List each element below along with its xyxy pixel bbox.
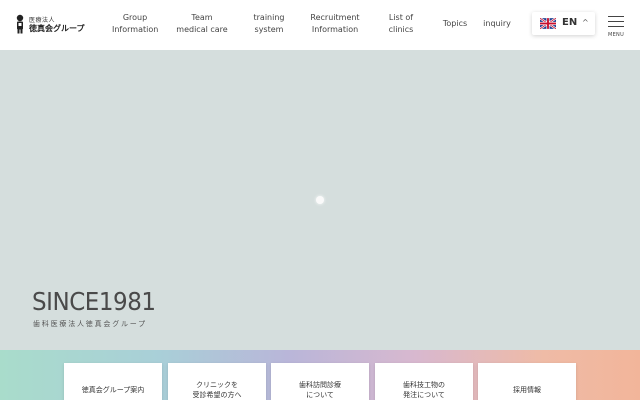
card-label: 徳真会グループ案内 [81, 386, 145, 394]
hero-subtitle: 歯科医療法人徳真会グループ [33, 320, 147, 328]
loading-dot [316, 196, 324, 204]
nav-label-line1: inquiry [483, 19, 511, 28]
logo-name: 徳真会グループ [29, 24, 85, 33]
nav-label-line1: List of [388, 13, 414, 22]
hero-section: SINCE1981 歯科医療法人徳真会グループ [0, 50, 640, 350]
logo-figure-icon [16, 14, 24, 34]
card-label-line2: 発注について [403, 391, 445, 399]
nav-recruitment-information[interactable]: Recruitment Information [306, 12, 364, 36]
quick-links-band: 徳真会グループ案内 クリニックを 受診希望の方へ 歯科訪問診療 について 歯科技… [0, 350, 640, 400]
language-code: EN [562, 17, 578, 28]
nav-label-line1: Recruitment [310, 13, 360, 22]
nav-label-line2: Information [311, 25, 359, 34]
nav-label-line1: Group [122, 13, 148, 22]
uk-flag-icon [540, 18, 556, 29]
card-label-line2: について [306, 391, 334, 399]
hamburger-menu-button[interactable]: MENU [605, 14, 627, 40]
nav-list-of-clinics[interactable]: List of clinics [382, 12, 420, 36]
hamburger-icon [608, 16, 624, 17]
language-selector[interactable]: EN ^ [532, 12, 595, 35]
chevron-up-icon: ^ [582, 18, 589, 27]
nav-label-line1: Topics [442, 19, 468, 28]
hamburger-icon-line [608, 21, 624, 22]
site-logo[interactable]: 医療法人 徳真会グループ [14, 14, 85, 36]
hamburger-icon-line [608, 26, 624, 27]
card-label-line1: クリニックを [196, 381, 238, 389]
card-group-guide[interactable]: 徳真会グループ案内 [64, 363, 162, 400]
nav-label-line2: medical care [176, 25, 228, 34]
card-label-line1: 歯科技工物の [403, 381, 445, 389]
nav-group-information[interactable]: Group Information [112, 12, 158, 36]
nav-label-line1: training [253, 13, 285, 22]
nav-label-line2: system [254, 25, 284, 34]
card-dental-lab-order[interactable]: 歯科技工物の 発注について [375, 363, 473, 400]
card-label-line1: 歯科訪問診療 [299, 381, 341, 389]
nav-training-system[interactable]: training system [248, 12, 290, 36]
nav-team-medical-care[interactable]: Team medical care [174, 12, 230, 36]
card-label-line2: 受診希望の方へ [192, 391, 242, 399]
nav-inquiry[interactable]: inquiry [480, 18, 514, 30]
menu-label: MENU [607, 32, 625, 38]
card-clinic-visit[interactable]: クリニックを 受診希望の方へ [168, 363, 266, 400]
nav-label-line1: Team [191, 13, 213, 22]
nav-label-line2: clinics [388, 25, 414, 34]
nav-label-line2: Information [112, 25, 159, 34]
nav-topics[interactable]: Topics [438, 18, 472, 30]
hero-title: SINCE1981 [32, 287, 156, 316]
card-home-visit-dental[interactable]: 歯科訪問診療 について [271, 363, 369, 400]
card-recruitment[interactable]: 採用情報 [478, 363, 576, 400]
site-header: 医療法人 徳真会グループ Group Information Team medi… [0, 0, 640, 50]
card-label: 採用情報 [513, 386, 541, 394]
